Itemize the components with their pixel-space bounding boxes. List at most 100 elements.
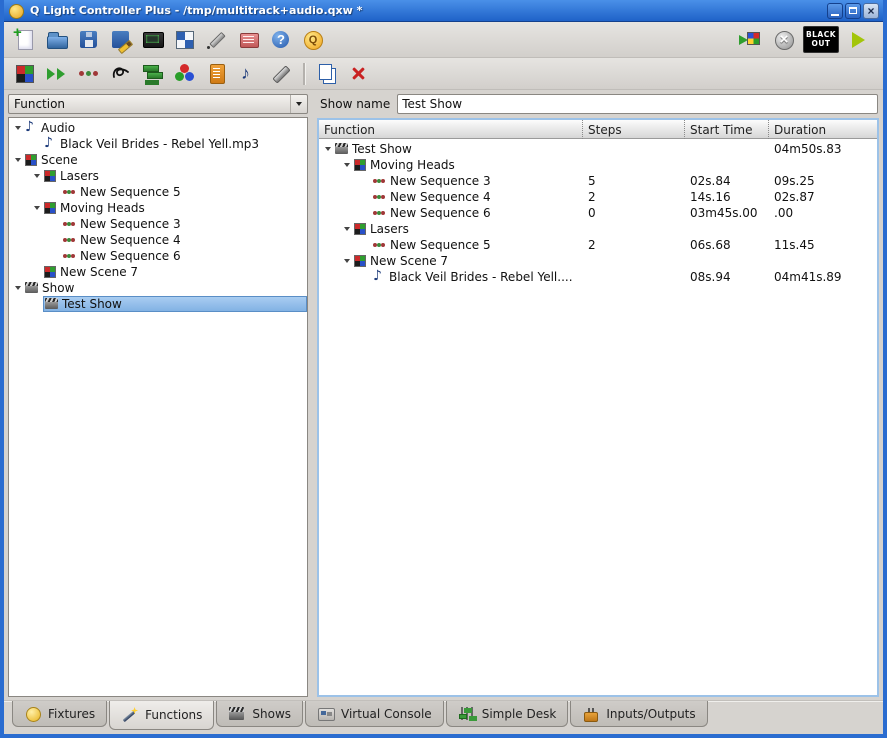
close-button[interactable]: × [863,3,879,19]
tree-item-label: New Sequence 3 [80,217,181,231]
show-row-new-sequence-3[interactable]: New Sequence 3502s.8409s.25 [319,173,877,189]
show-row-new-sequence-6[interactable]: New Sequence 6003m45s.00.00 [319,205,877,221]
tab-simple-desk[interactable]: Simple Desk [446,701,569,727]
show-row-new-scene-7[interactable]: New Scene 7 [319,253,877,269]
duration-cell: 11s.45 [768,238,877,252]
app-icon [8,3,24,19]
minimize-button[interactable] [827,3,843,19]
tab-fixtures[interactable]: Fixtures [12,701,107,727]
tree-item-content: Scene [24,152,307,168]
column-header-function[interactable]: Function [319,120,582,139]
show-row-lasers[interactable]: Lasers [319,221,877,237]
panel-splitter[interactable] [308,94,317,697]
tree-item-new-scene-7[interactable]: New Scene 7 [9,264,307,280]
tab-virtual-console[interactable]: Virtual Console [305,701,444,727]
clone-button[interactable] [312,60,342,88]
delete-button[interactable] [344,60,374,88]
expander-icon[interactable] [321,143,334,156]
operate-mode-button[interactable] [843,26,873,54]
new-sequence-button[interactable] [74,60,104,88]
titlebar[interactable]: Q Light Controller Plus - /tmp/multitrac… [4,0,883,22]
tree-item-content: Black Veil Brides - Rebel Yell.... [372,269,582,285]
stop-all-button[interactable] [769,26,799,54]
new-document-icon [13,28,37,52]
new-rgb-matrix-button[interactable] [170,60,200,88]
tree-item-show[interactable]: Show [9,280,307,296]
tree-item-label: Lasers [370,222,409,236]
tree-item-label: New Scene 7 [60,265,138,279]
address-tool-icon [237,28,261,52]
expander-icon[interactable] [11,282,24,295]
scene-icon [44,266,56,278]
maximize-icon [849,7,857,14]
blackout-button[interactable]: BLACKOUT [803,26,839,53]
tree-indent [319,229,340,230]
show-name-input[interactable] [397,94,878,114]
new-collection-button[interactable] [138,60,168,88]
column-header-start-time[interactable]: Start Time [684,120,768,139]
open-file-button[interactable] [42,26,72,54]
address-tool-button[interactable] [234,26,264,54]
show-row-black-veil-brides-rebel-yell[interactable]: Black Veil Brides - Rebel Yell.... 08s.94… [319,269,877,285]
new-efx-button[interactable] [106,60,136,88]
new-document-button[interactable] [10,26,40,54]
scene-icon [25,154,37,166]
help-button[interactable] [266,26,296,54]
expander-icon[interactable] [340,255,353,268]
tree-item-new-sequence-3[interactable]: New Sequence 3 [9,216,307,232]
tree-item-audio[interactable]: Audio [9,120,307,136]
tree-item-moving-heads[interactable]: Moving Heads [9,200,307,216]
toolbar-separator [303,63,305,85]
expander-icon[interactable] [11,122,24,135]
tab-label: Simple Desk [482,707,557,721]
dmx-monitor-button[interactable] [138,26,168,54]
expander-spacer [359,271,372,284]
new-collection-icon [141,62,165,86]
tree-item-lasers[interactable]: Lasers [9,168,307,184]
chevron-down-icon [296,102,302,106]
new-video-button[interactable] [266,60,296,88]
tree-item-new-sequence-4[interactable]: New Sequence 4 [9,232,307,248]
live-edit-button[interactable] [735,26,765,54]
fixture-monitor-button[interactable] [170,26,200,54]
tree-item-new-sequence-6[interactable]: New Sequence 6 [9,248,307,264]
design-tool-button[interactable] [202,26,232,54]
tab-functions[interactable]: Functions [109,701,214,730]
start-time-cell: 08s.94 [684,270,768,284]
maximize-button[interactable] [845,3,861,19]
column-header-duration[interactable]: Duration [768,120,877,139]
expander-spacer [359,239,372,252]
expander-icon[interactable] [30,202,43,215]
new-chaser-button[interactable] [42,60,72,88]
expander-spacer [30,266,43,279]
tree-item-black-veil-brides-rebel-yell-mp3[interactable]: Black Veil Brides - Rebel Yell.mp3 [9,136,307,152]
scene-icon [354,255,366,267]
expander-icon[interactable] [340,159,353,172]
show-row-test-show[interactable]: Test Show04m50s.83 [319,141,877,157]
tree-item-new-sequence-5[interactable]: New Sequence 5 [9,184,307,200]
function-filter-combo[interactable]: Function [8,94,308,114]
expander-icon[interactable] [30,170,43,183]
save-as-button[interactable] [106,26,136,54]
minimize-icon [831,14,839,16]
show-row-new-sequence-4[interactable]: New Sequence 4214s.1602s.87 [319,189,877,205]
new-script-button[interactable] [202,60,232,88]
save-file-button[interactable] [74,26,104,54]
show-row-new-sequence-5[interactable]: New Sequence 5206s.6811s.45 [319,237,877,253]
new-scene-button[interactable] [10,60,40,88]
tab-inputs-outputs[interactable]: Inputs/Outputs [570,701,707,727]
tree-item-scene[interactable]: Scene [9,152,307,168]
combo-dropdown-button[interactable] [290,95,307,113]
expander-spacer [49,218,62,231]
expander-icon[interactable] [340,223,353,236]
function-cell: New Sequence 5 [319,237,582,253]
expander-icon[interactable] [11,154,24,167]
show-row-moving-heads[interactable]: Moving Heads [319,157,877,173]
duration-cell: 02s.87 [768,190,877,204]
new-audio-button[interactable] [234,60,264,88]
tab-shows[interactable]: Shows [216,701,303,727]
tree-indent [9,256,49,257]
column-header-steps[interactable]: Steps [582,120,684,139]
tree-item-test-show[interactable]: Test Show [9,296,307,312]
about-button[interactable] [298,26,328,54]
